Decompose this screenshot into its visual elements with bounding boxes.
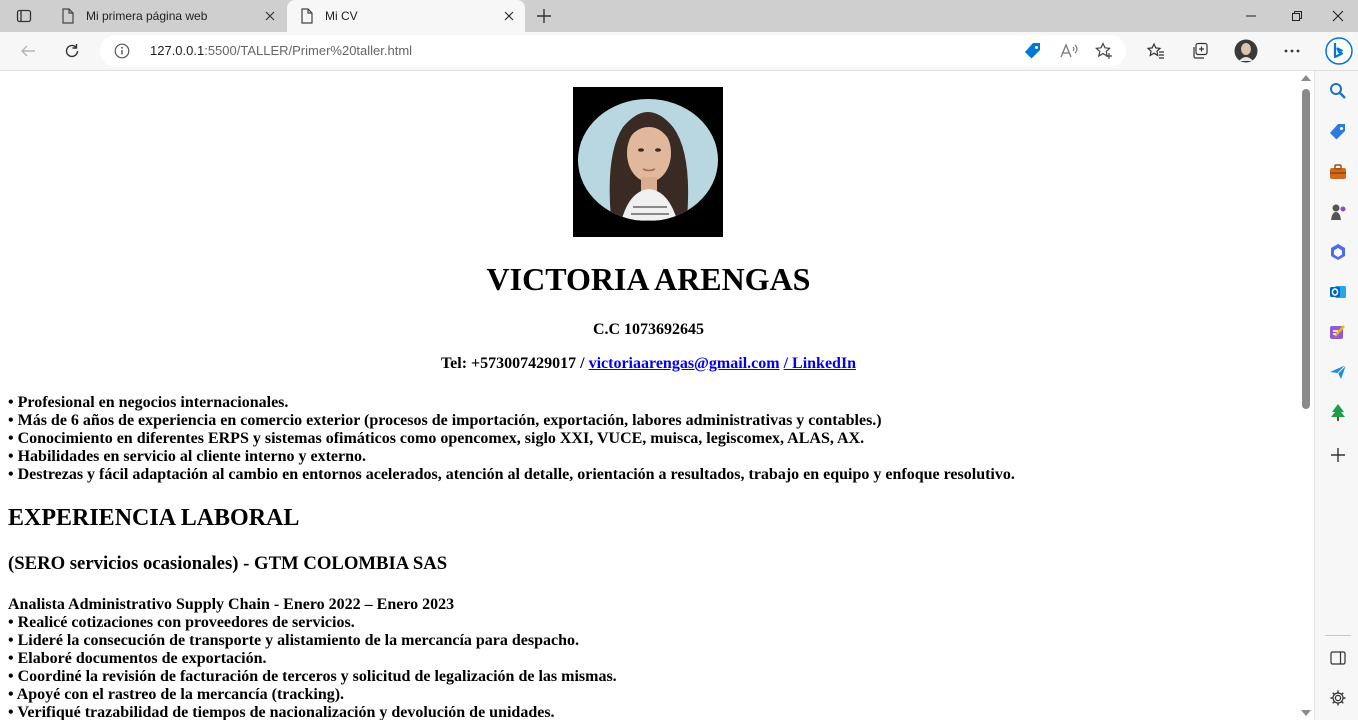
- summary-item: • Conocimiento en diferentes ERPS y sist…: [8, 430, 865, 447]
- close-window-icon[interactable]: [1318, 0, 1358, 32]
- send-icon[interactable]: [1327, 361, 1349, 383]
- cv-id-number: C.C 1073692645: [592, 321, 705, 338]
- settings-gear-icon[interactable]: [1327, 687, 1349, 709]
- search-icon[interactable]: [1327, 80, 1349, 102]
- restore-icon[interactable]: [1274, 0, 1320, 32]
- address-bar[interactable]: 127.0.0.1:5500/TALLER/Primer%20taller.ht…: [100, 35, 1126, 67]
- scroll-up-arrow-icon[interactable]: [1301, 75, 1311, 81]
- profile-photo: [573, 87, 723, 237]
- edge-sidebar: [1314, 71, 1358, 720]
- page-scrollbar[interactable]: [1297, 71, 1314, 720]
- minimize-icon[interactable]: [1228, 0, 1274, 32]
- duty-item: • Verifiqué trazabilidad de tiempos de n…: [8, 704, 555, 720]
- url-host: 127.0.0.1: [150, 43, 205, 58]
- duty-item: • Elaboré documentos de exportación.: [8, 650, 267, 667]
- tab-title: Mi CV: [325, 9, 358, 23]
- summary-item: • Destrezas y fácil adaptación al cambio…: [8, 466, 1015, 483]
- shopping-tag-icon[interactable]: [1327, 121, 1349, 143]
- office-icon[interactable]: [1327, 241, 1349, 263]
- back-arrow-icon[interactable]: [13, 37, 43, 65]
- browser-toolbar: 127.0.0.1:5500/TALLER/Primer%20taller.ht…: [0, 32, 1358, 71]
- tab-mi-cv[interactable]: Mi CV: [287, 0, 525, 32]
- outlook-icon[interactable]: [1327, 281, 1349, 303]
- close-icon[interactable]: [497, 4, 521, 28]
- cv-contact-line: Tel: +573007429017 / victoriaarengas@gma…: [0, 355, 1297, 373]
- tab-title: Mi primera página web: [86, 9, 208, 23]
- duty-item: • Lideré la consecución de transporte y …: [8, 632, 580, 649]
- add-favorite-icon[interactable]: [1092, 40, 1116, 62]
- scrollbar-thumb[interactable]: [1302, 89, 1310, 409]
- email-link[interactable]: victoriaarengas@gmail.com: [589, 355, 780, 372]
- url-path: :5500/TALLER/Primer%20taller.html: [204, 43, 413, 58]
- cv-name: VICTORIA ARENGAS: [486, 261, 811, 297]
- job-details: Analista Administrativo Supply Chain - E…: [8, 596, 617, 720]
- profile-avatar[interactable]: [1231, 37, 1261, 65]
- sidebar-divider: [1325, 635, 1351, 636]
- page-viewport: VICTORIA ARENGAS C.C 1073692645 Tel: +57…: [0, 71, 1297, 720]
- tab-actions-icon[interactable]: [8, 4, 40, 28]
- duty-item: • Coordiné la revisión de facturación de…: [8, 668, 617, 685]
- tools-briefcase-icon[interactable]: [1327, 161, 1349, 183]
- more-options-icon[interactable]: [1277, 37, 1307, 65]
- read-aloud-icon[interactable]: [1057, 40, 1081, 62]
- refresh-icon[interactable]: [57, 37, 87, 65]
- collections-icon[interactable]: [1185, 37, 1215, 65]
- hide-sidebar-icon[interactable]: [1327, 647, 1349, 669]
- url-text[interactable]: 127.0.0.1:5500/TALLER/Primer%20taller.ht…: [150, 43, 412, 58]
- coupon-tag-icon[interactable]: [1021, 40, 1045, 62]
- new-tab-button[interactable]: [532, 4, 556, 28]
- tab-mi-primera-pagina[interactable]: Mi primera página web: [48, 0, 286, 32]
- scroll-down-arrow-icon[interactable]: [1301, 710, 1311, 716]
- cv-summary: • Profesional en negocios internacionale…: [8, 394, 1015, 484]
- job-role: Analista Administrativo Supply Chain - E…: [8, 596, 455, 613]
- linkedin-link[interactable]: / LinkedIn: [784, 355, 856, 372]
- company-heading: (SERO servicios ocasionales) - GTM COLOM…: [8, 553, 448, 574]
- title-bar: Mi primera página web Mi CV: [0, 0, 1358, 32]
- tree-icon[interactable]: [1327, 401, 1349, 423]
- designer-icon[interactable]: [1327, 321, 1349, 343]
- experience-heading: EXPERIENCIA LABORAL: [8, 505, 300, 531]
- summary-item: • Profesional en negocios internacionale…: [8, 394, 289, 411]
- page-icon: [60, 8, 76, 24]
- close-icon[interactable]: [258, 4, 282, 28]
- duty-item: • Apoyé con el rastreo de la mercancía (…: [8, 686, 345, 703]
- cv-phone: Tel: +573007429017 /: [440, 355, 585, 372]
- summary-item: • Más de 6 años de experiencia en comerc…: [8, 412, 882, 429]
- bing-copilot-icon[interactable]: [1325, 37, 1353, 65]
- favorites-icon[interactable]: [1141, 37, 1171, 65]
- add-sidebar-app-icon[interactable]: [1327, 444, 1349, 466]
- games-icon[interactable]: [1327, 201, 1349, 223]
- info-icon[interactable]: [112, 41, 132, 61]
- duty-item: • Realicé cotizaciones con proveedores d…: [8, 614, 355, 631]
- page-icon: [299, 8, 315, 24]
- summary-item: • Habilidades en servicio al cliente int…: [8, 448, 366, 465]
